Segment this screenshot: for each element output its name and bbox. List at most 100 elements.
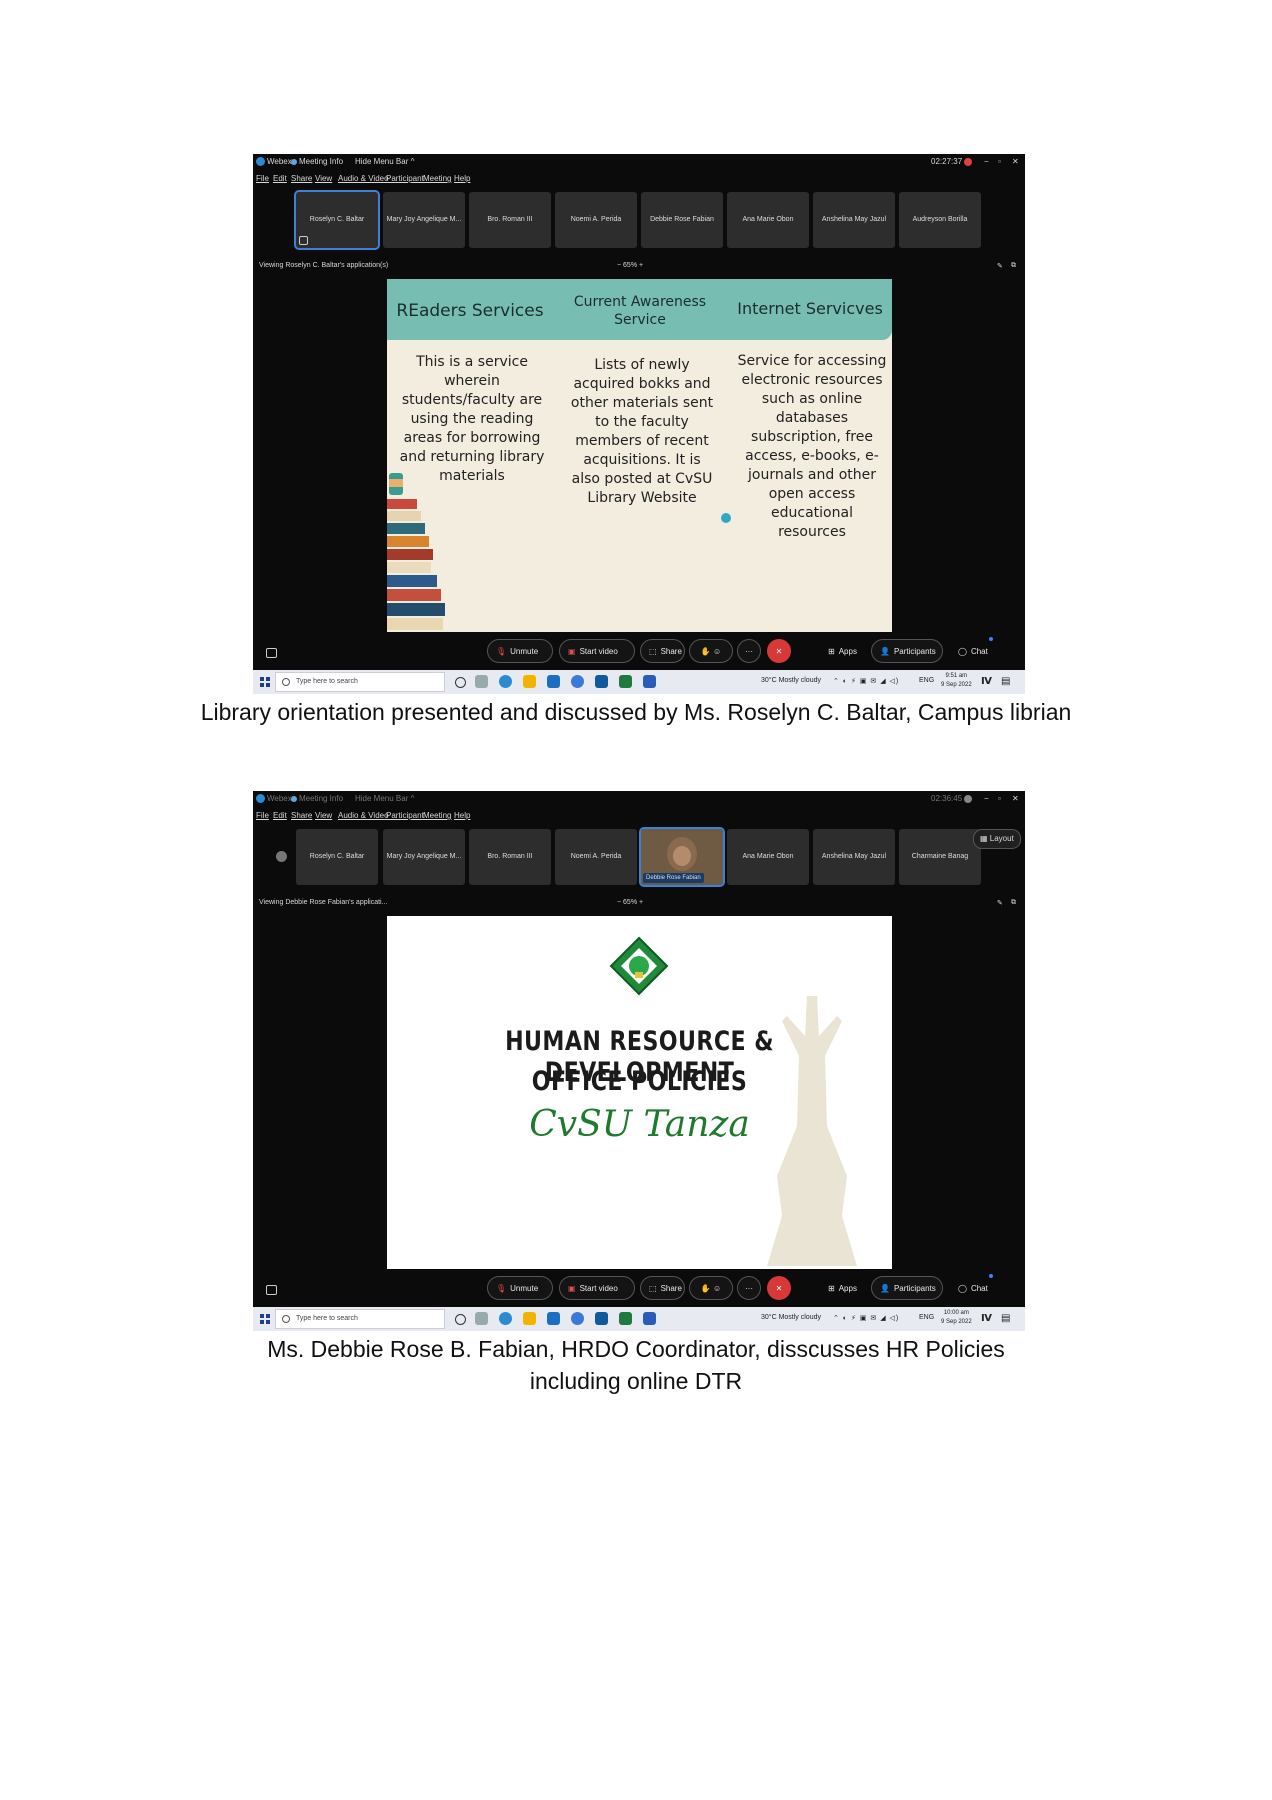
unmute-button[interactable]: 🎙 Unmute <box>487 1276 553 1300</box>
task-view-icon[interactable] <box>475 1312 488 1325</box>
cortana-icon[interactable] <box>455 677 466 688</box>
raise-hand-icon[interactable]: ✋ <box>701 1284 711 1293</box>
notifications-icon[interactable]: ▤ <box>1001 1313 1010 1324</box>
popout-icon[interactable]: ⧉ <box>1011 899 1016 907</box>
participant-tile[interactable]: Roselyn C. Baltar <box>294 190 380 250</box>
menu-participant[interactable]: Participant <box>386 811 424 820</box>
meet-now-icon[interactable]: Ⅳ <box>981 1313 992 1324</box>
word-icon[interactable] <box>643 1312 656 1325</box>
language-indicator[interactable]: ENG <box>919 677 934 684</box>
meeting-info-button[interactable]: Meeting Info <box>299 157 343 166</box>
notifications-icon[interactable]: ▤ <box>1001 676 1010 687</box>
participant-tile[interactable]: Noemi A. Perida <box>555 829 637 885</box>
menu-file[interactable]: File <box>256 174 269 183</box>
participant-tile[interactable]: Debbie Rose Fabian <box>641 192 723 248</box>
reactions-icon[interactable]: ☺ <box>713 1284 721 1293</box>
participant-tile[interactable]: Roselyn C. Baltar <box>296 829 378 885</box>
menu-meeting[interactable]: Meeting <box>423 174 451 183</box>
participant-tile[interactable]: Anshelina May Jazul <box>813 829 895 885</box>
hide-menu-bar-button[interactable]: Hide Menu Bar ^ <box>355 794 414 803</box>
raise-hand-icon[interactable]: ✋ <box>701 647 711 656</box>
minimize-icon[interactable]: − <box>984 157 989 166</box>
menu-share[interactable]: Share <box>291 811 312 820</box>
start-video-button[interactable]: ▣ Start video <box>559 1276 635 1300</box>
zoom-control[interactable]: − 65% + <box>617 899 643 906</box>
taskbar-clock[interactable]: 10:00 am 9 Sep 2022 <box>941 1309 972 1327</box>
raise-hand-reactions-group[interactable]: ✋ ☺ <box>689 1276 733 1300</box>
excel-icon[interactable] <box>619 1312 632 1325</box>
meeting-info-button[interactable]: Meeting Info <box>299 794 343 803</box>
mail-icon[interactable] <box>547 675 560 688</box>
leave-meeting-button[interactable]: ✕ <box>767 1276 791 1300</box>
apps-button[interactable]: ⊞ Apps <box>819 639 866 663</box>
participant-tile[interactable]: Ana Marie Obon <box>727 829 809 885</box>
menu-audio-video[interactable]: Audio & Video <box>338 174 389 183</box>
close-icon[interactable]: ✕ <box>1012 794 1019 803</box>
weather-widget[interactable]: 30°C Mostly cloudy <box>761 1314 821 1321</box>
menu-meeting[interactable]: Meeting <box>423 811 451 820</box>
taskbar-clock[interactable]: 9:51 am 9 Sep 2022 <box>941 672 972 690</box>
minimize-icon[interactable]: − <box>984 794 989 803</box>
participant-tile[interactable]: Audreyson Borilla <box>899 192 981 248</box>
participant-tile[interactable]: Bro. Roman III <box>469 192 551 248</box>
menu-view[interactable]: View <box>315 811 332 820</box>
participant-tile[interactable]: Mary Joy Angelique M... <box>383 192 465 248</box>
weather-widget[interactable]: 30°C Mostly cloudy <box>761 677 821 684</box>
more-options-button[interactable]: ··· <box>737 1276 761 1300</box>
participant-tile[interactable]: Ana Marie Obon <box>727 192 809 248</box>
hide-menu-bar-button[interactable]: Hide Menu Bar ^ <box>355 157 414 166</box>
file-explorer-icon[interactable] <box>523 1312 536 1325</box>
menu-share[interactable]: Share <box>291 174 312 183</box>
maximize-icon[interactable]: ▫ <box>998 794 1001 803</box>
menu-file[interactable]: File <box>256 811 269 820</box>
participants-button[interactable]: 👤 Participants <box>871 1276 943 1300</box>
menu-participant[interactable]: Participant <box>386 174 424 183</box>
taskbar-search-input[interactable]: Type here to search <box>275 1309 445 1329</box>
menu-audio-video[interactable]: Audio & Video <box>338 811 389 820</box>
edge-icon[interactable] <box>499 675 512 688</box>
chat-button[interactable]: ◯ Chat <box>949 1276 997 1300</box>
cortana-icon[interactable] <box>455 1314 466 1325</box>
taskbar-search-input[interactable]: Type here to search <box>275 672 445 692</box>
menu-edit[interactable]: Edit <box>273 811 287 820</box>
annotate-icon[interactable]: ✎ <box>997 899 1003 907</box>
scroll-left-indicator[interactable] <box>276 851 287 862</box>
captions-icon[interactable] <box>266 648 277 658</box>
browser-icon[interactable] <box>571 1312 584 1325</box>
share-button[interactable]: ⬚ Share <box>640 639 685 663</box>
system-tray-icons[interactable]: ⌃ ◐ ⚡ ▣ ✉ ◢ ◁) <box>833 1314 899 1322</box>
system-tray-icons[interactable]: ⌃ ◐ ⚡ ▣ ✉ ◢ ◁) <box>833 677 899 685</box>
participant-video-tile[interactable]: Debbie Rose Fabian <box>639 827 725 887</box>
windows-start-icon[interactable] <box>260 1314 270 1324</box>
webex-taskbar-icon[interactable] <box>595 1312 608 1325</box>
leave-meeting-button[interactable]: ✕ <box>767 639 791 663</box>
browser-icon[interactable] <box>571 675 584 688</box>
file-explorer-icon[interactable] <box>523 675 536 688</box>
reactions-icon[interactable]: ☺ <box>713 647 721 656</box>
menu-help[interactable]: Help <box>454 174 470 183</box>
raise-hand-reactions-group[interactable]: ✋ ☺ <box>689 639 733 663</box>
apps-button[interactable]: ⊞ Apps <box>819 1276 866 1300</box>
start-video-button[interactable]: ▣ Start video <box>559 639 635 663</box>
more-options-button[interactable]: ··· <box>737 639 761 663</box>
webex-taskbar-icon[interactable] <box>595 675 608 688</box>
menu-view[interactable]: View <box>315 174 332 183</box>
share-button[interactable]: ⬚ Share <box>640 1276 685 1300</box>
participant-tile[interactable]: Charmaine Banag <box>899 829 981 885</box>
popout-icon[interactable]: ⧉ <box>1011 262 1016 270</box>
task-view-icon[interactable] <box>475 675 488 688</box>
edge-icon[interactable] <box>499 1312 512 1325</box>
menu-edit[interactable]: Edit <box>273 174 287 183</box>
close-icon[interactable]: ✕ <box>1012 157 1019 166</box>
menu-help[interactable]: Help <box>454 811 470 820</box>
captions-icon[interactable] <box>266 1285 277 1295</box>
participant-tile[interactable]: Bro. Roman III <box>469 829 551 885</box>
excel-icon[interactable] <box>619 675 632 688</box>
windows-start-icon[interactable] <box>260 677 270 687</box>
meet-now-icon[interactable]: Ⅳ <box>981 676 992 687</box>
maximize-icon[interactable]: ▫ <box>998 157 1001 166</box>
annotate-icon[interactable]: ✎ <box>997 262 1003 270</box>
participants-button[interactable]: 👤 Participants <box>871 639 943 663</box>
unmute-button[interactable]: 🎙 Unmute <box>487 639 553 663</box>
word-icon[interactable] <box>643 675 656 688</box>
